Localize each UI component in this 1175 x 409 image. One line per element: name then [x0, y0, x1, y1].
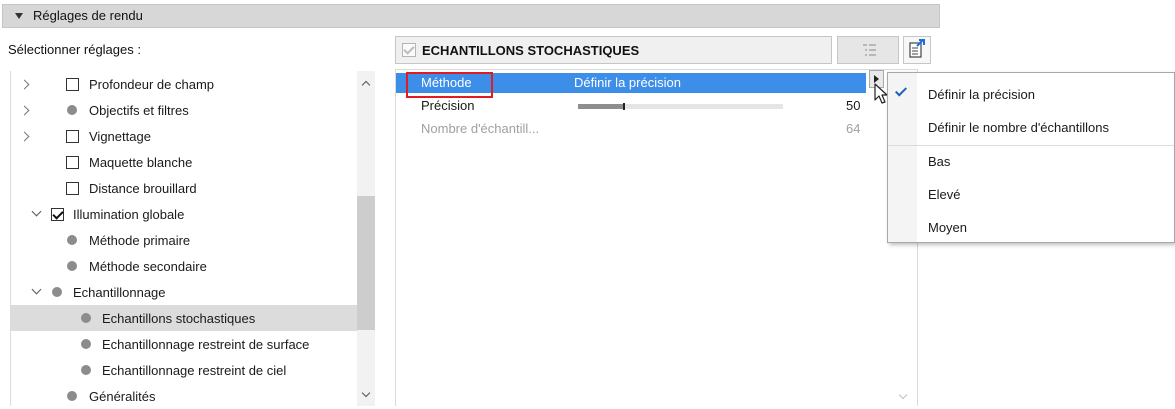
checkbox[interactable] — [66, 130, 79, 143]
menu-item-low[interactable]: Bas — [888, 147, 1174, 175]
checkbox[interactable] — [66, 182, 79, 195]
settings-property-panel: Méthode Définir la précision Précision 5… — [395, 69, 918, 406]
tree-item-fog-distance[interactable]: Distance brouillard — [11, 175, 357, 201]
menu-item-label: Elevé — [928, 187, 961, 202]
tree-item-label: Illumination globale — [73, 207, 185, 222]
checkbox-checked[interactable] — [51, 208, 64, 221]
tree-item-label: Profondeur de champ — [89, 77, 215, 92]
tree-item-label: Maquette blanche — [89, 155, 193, 170]
precision-slider[interactable] — [578, 103, 783, 110]
tree-item-label: Généralités — [89, 389, 156, 404]
triangle-right-icon — [874, 75, 879, 83]
checkbox[interactable] — [66, 156, 79, 169]
tree-item-stochastic-samples[interactable]: Echantillons stochastiques — [11, 305, 357, 331]
tree-item-label: Méthode secondaire — [89, 259, 207, 274]
panel-title: ECHANTILLONS STOCHASTIQUES — [422, 43, 640, 58]
precision-slider-fill — [578, 104, 623, 109]
annotation-highlight-box — [406, 72, 493, 98]
bullet-dot-icon — [81, 313, 91, 323]
tree-item-label: Echantillonnage — [73, 285, 166, 300]
chevron-down-icon[interactable] — [31, 206, 42, 217]
tree-item-sampling[interactable]: Echantillonnage — [11, 279, 357, 305]
list-view-button[interactable] — [837, 36, 899, 64]
render-settings-header[interactable]: Réglages de rendu — [2, 4, 940, 28]
checkbox[interactable] — [66, 78, 79, 91]
tree-item-secondary-method[interactable]: Méthode secondaire — [11, 253, 357, 279]
property-label: Nombre d'échantill... — [421, 121, 540, 136]
menu-item-set-precision[interactable]: Définir la précision — [888, 80, 1174, 108]
menu-item-label: Moyen — [928, 220, 968, 235]
bullet-dot-icon — [67, 235, 77, 245]
settings-tree: Profondeur de champ Objectifs et filtres… — [10, 71, 376, 406]
tree-item-general[interactable]: Généralités — [11, 383, 357, 409]
chevron-right-icon[interactable] — [19, 105, 30, 116]
menu-item-label: Bas — [928, 154, 951, 169]
bullet-dot-icon — [67, 105, 77, 115]
tree-item-sky-restricted-sampling[interactable]: Echantillonnage restreint de ciel — [11, 357, 357, 383]
menu-item-high[interactable]: Elevé — [888, 180, 1174, 208]
tree-item-label: Vignettage — [89, 129, 151, 144]
tree-item-surface-restricted-sampling[interactable]: Echantillonnage restreint de surface — [11, 331, 357, 357]
bullet-dot-icon — [67, 391, 77, 401]
tree-item-label: Echantillonnage restreint de surface — [102, 337, 310, 352]
method-dropdown-menu: Définir la précision Définir le nombre d… — [887, 72, 1175, 243]
tree-item-label: Echantillons stochastiques — [102, 311, 256, 326]
menu-item-set-sample-count[interactable]: Définir le nombre d'échantillons — [888, 113, 1174, 141]
export-settings-button[interactable] — [903, 36, 931, 64]
bullet-dot-icon — [52, 287, 62, 297]
tree-item-label: Méthode primaire — [89, 233, 191, 248]
tree-item-lenses-filters[interactable]: Objectifs et filtres — [11, 97, 357, 123]
collapse-triangle-icon[interactable] — [15, 13, 23, 19]
bullet-dot-icon — [81, 365, 91, 375]
panel-enable-checkbox[interactable] — [402, 43, 416, 57]
menu-item-medium[interactable]: Moyen — [888, 213, 1174, 241]
tree-item-white-model[interactable]: Maquette blanche — [11, 149, 357, 175]
sample-count-value: 64 — [846, 121, 861, 136]
menu-separator — [888, 145, 1174, 146]
menu-item-label: Définir le nombre d'échantillons — [928, 120, 1109, 135]
select-settings-label: Sélectionner réglages : — [8, 42, 141, 57]
bullet-dot-icon — [81, 339, 91, 349]
tree-item-global-illumination[interactable]: Illumination globale — [11, 201, 357, 227]
tree-item-depth-of-field[interactable]: Profondeur de champ — [11, 71, 357, 97]
property-label: Précision — [421, 98, 475, 113]
list-view-icon — [863, 44, 876, 56]
chevron-down-icon[interactable] — [31, 284, 42, 295]
scroll-down-arrow-icon[interactable] — [361, 388, 371, 398]
chevron-right-icon[interactable] — [19, 79, 30, 90]
property-row-sample-count: Nombre d'échantill... 64 — [396, 119, 866, 139]
tree-scrollbar-thumb[interactable] — [357, 196, 375, 330]
render-settings-title: Réglages de rendu — [33, 8, 143, 23]
stochastic-samples-header: ECHANTILLONS STOCHASTIQUES — [395, 36, 832, 64]
checkmark-icon — [894, 84, 908, 97]
scroll-up-arrow-icon[interactable] — [361, 80, 371, 90]
tree-item-primary-method[interactable]: Méthode primaire — [11, 227, 357, 253]
precision-slider-handle[interactable] — [623, 103, 625, 110]
tree-item-label: Echantillonnage restreint de ciel — [102, 363, 287, 378]
property-row-precision[interactable]: Précision 50 — [396, 96, 866, 116]
export-icon — [909, 39, 925, 58]
precision-value[interactable]: 50 — [846, 98, 860, 113]
bullet-dot-icon — [67, 261, 77, 271]
tree-item-label: Distance brouillard — [89, 181, 197, 196]
method-value[interactable]: Définir la précision — [574, 75, 681, 90]
tree-item-label: Objectifs et filtres — [89, 103, 189, 118]
tree-item-vignetting[interactable]: Vignettage — [11, 123, 357, 149]
menu-item-label: Définir la précision — [928, 87, 1035, 102]
chevron-right-icon[interactable] — [19, 131, 30, 142]
